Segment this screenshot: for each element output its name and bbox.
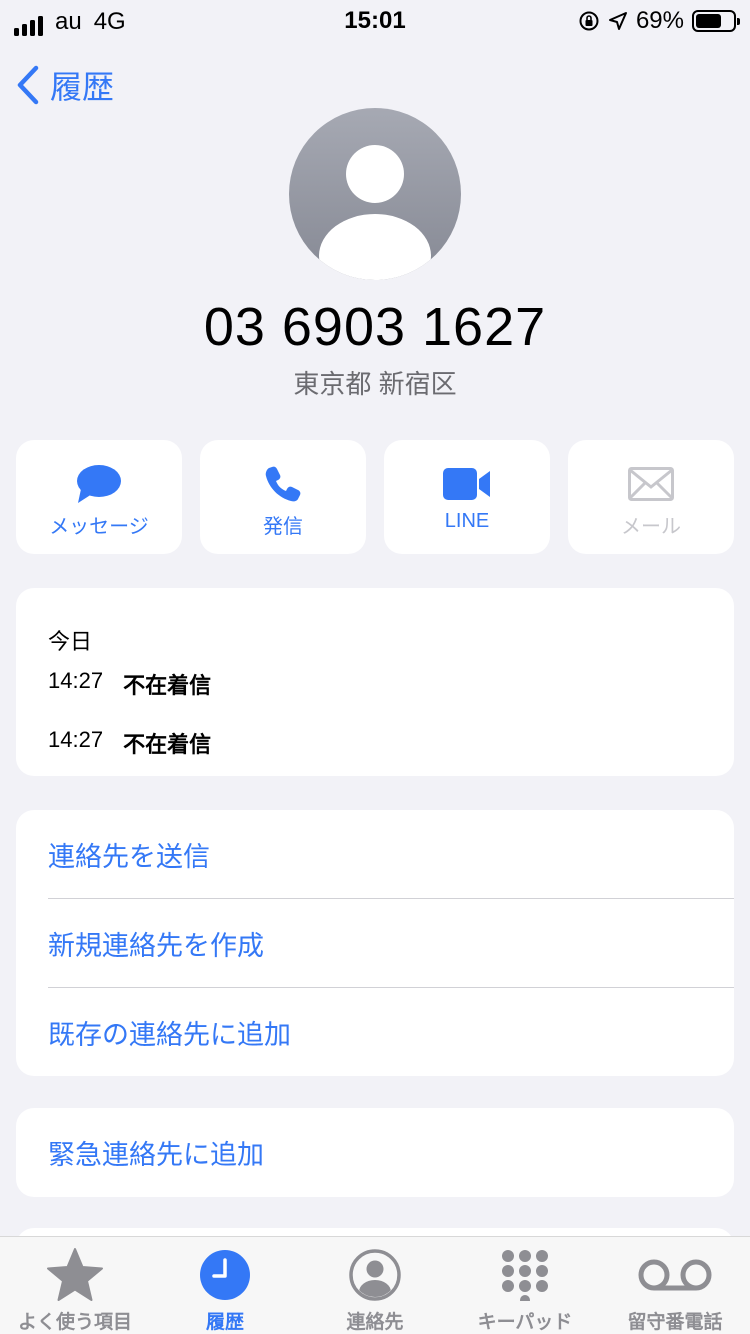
status-right: 69% — [578, 7, 740, 35]
message-label: メッセージ — [49, 516, 149, 538]
battery-level — [696, 14, 721, 28]
tab-recents[interactable]: 履歴 — [150, 1237, 300, 1334]
person-circle-icon — [300, 1247, 450, 1303]
keypad-icon — [450, 1247, 600, 1303]
tab-label: 連絡先 — [346, 1312, 404, 1333]
history-type: 不在着信 — [123, 732, 212, 757]
emergency-card: 緊急連絡先に追加 — [16, 1108, 734, 1197]
voicemail-icon — [600, 1247, 750, 1303]
history-time: 14:27 — [48, 727, 104, 752]
call-label: 発信 — [263, 516, 303, 538]
call-button[interactable]: 発信 — [200, 440, 366, 554]
person-silhouette-icon — [319, 145, 431, 280]
battery-percent: 69% — [635, 7, 684, 34]
contact-avatar — [289, 108, 461, 280]
add-emergency-contact-button[interactable]: 緊急連絡先に追加 — [16, 1108, 734, 1197]
line-video-button[interactable]: LINE — [384, 440, 550, 554]
location-icon — [608, 12, 627, 30]
tab-voicemail[interactable]: 留守番電話 — [600, 1237, 750, 1334]
call-history-card: 今日 14:27 不在着信 14:27 不在着信 — [16, 588, 734, 776]
tab-favorites[interactable]: よく使う項目 — [0, 1237, 150, 1334]
tab-keypad[interactable]: キーパッド — [450, 1237, 600, 1334]
tab-bar: よく使う項目 履歴 連絡先 キーパッド 留守番電話 — [0, 1236, 750, 1334]
tab-label: よく使う項目 — [17, 1312, 132, 1333]
share-contact-button[interactable]: 連絡先を送信 — [16, 810, 734, 899]
battery-icon — [692, 10, 740, 32]
line-label: LINE — [444, 510, 490, 532]
tab-label: 留守番電話 — [627, 1312, 723, 1333]
history-day: 今日 — [48, 629, 93, 654]
back-button[interactable]: 履歴 — [14, 62, 114, 108]
tab-label: キーパッド — [477, 1312, 573, 1333]
history-entry: 14:27 不在着信 — [48, 668, 211, 700]
add-to-existing-contact-button[interactable]: 既存の連絡先に追加 — [16, 988, 734, 1076]
mail-icon — [568, 462, 734, 506]
mail-button[interactable]: メール — [568, 440, 734, 554]
mail-label: メール — [621, 516, 681, 538]
tab-contacts[interactable]: 連絡先 — [300, 1237, 450, 1334]
video-icon — [384, 462, 550, 506]
create-new-contact-button[interactable]: 新規連絡先を作成 — [16, 899, 734, 988]
orientation-lock-icon — [579, 11, 599, 31]
message-button[interactable]: メッセージ — [16, 440, 182, 554]
history-type: 不在着信 — [123, 673, 212, 698]
chevron-left-icon — [17, 65, 39, 105]
phone-location: 東京都 新宿区 — [293, 369, 457, 399]
star-icon — [0, 1247, 150, 1303]
phone-icon — [200, 462, 366, 506]
phone-number: 03 6903 1627 — [203, 297, 547, 357]
message-icon — [16, 462, 182, 506]
history-time: 14:27 — [48, 668, 104, 693]
back-label: 履歴 — [50, 69, 115, 105]
quick-actions: メッセージ 発信 LINE メール — [16, 440, 734, 554]
status-bar: au 4G 15:01 69% — [0, 0, 750, 40]
history-entry: 14:27 不在着信 — [48, 727, 211, 759]
clock-icon — [150, 1247, 300, 1303]
contact-actions-card: 連絡先を送信 新規連絡先を作成 既存の連絡先に追加 — [16, 810, 734, 1076]
tab-label: 履歴 — [205, 1312, 244, 1333]
